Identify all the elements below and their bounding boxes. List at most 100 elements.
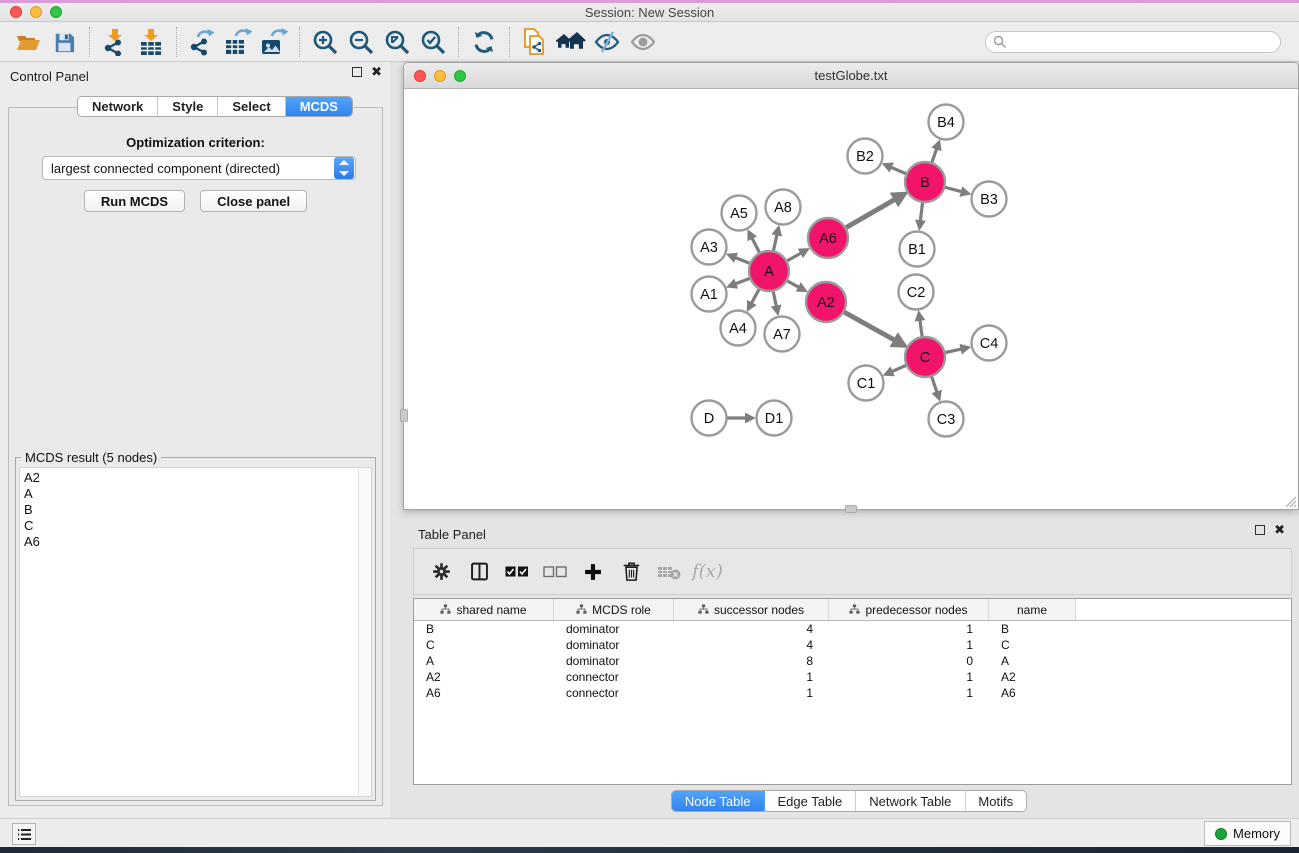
graph-node-A4[interactable]: A4 — [721, 311, 756, 346]
table-cell[interactable]: C — [414, 637, 554, 653]
import-table-button[interactable] — [133, 25, 169, 59]
float-panel-icon[interactable] — [352, 67, 362, 77]
table-settings-button[interactable] — [424, 555, 458, 589]
graph-node-C2[interactable]: C2 — [899, 275, 934, 310]
show-hide-button[interactable] — [625, 25, 661, 59]
tab-network[interactable]: Network — [78, 97, 158, 116]
table-cell[interactable]: connector — [554, 685, 674, 701]
table-cell[interactable]: A6 — [414, 685, 554, 701]
table-row[interactable]: Cdominator41C — [414, 637, 1291, 653]
graph-node-B1[interactable]: B1 — [900, 232, 935, 267]
graph-node-D[interactable]: D — [692, 401, 727, 436]
table-cell[interactable]: connector — [554, 669, 674, 685]
table-cell[interactable]: 0 — [829, 653, 989, 669]
table-cell[interactable]: 4 — [674, 621, 829, 637]
resize-grip[interactable] — [1284, 495, 1297, 508]
table-row[interactable]: A2connector11A2 — [414, 669, 1291, 685]
tab-network-table[interactable]: Network Table — [856, 791, 965, 811]
network-window-titlebar[interactable]: testGlobe.txt — [404, 63, 1298, 89]
mcds-result-item[interactable]: B — [20, 502, 371, 518]
close-panel-button[interactable]: Close panel — [200, 190, 307, 212]
table-cell[interactable]: 1 — [674, 685, 829, 701]
deselect-all-button[interactable] — [538, 555, 572, 589]
graph-node-A3[interactable]: A3 — [692, 230, 727, 265]
show-columns-button[interactable] — [462, 555, 496, 589]
copy-network-file-button[interactable] — [517, 25, 553, 59]
vertical-scrollbar-thumb[interactable] — [400, 409, 408, 422]
import-network-button[interactable] — [97, 25, 133, 59]
tab-motifs[interactable]: Motifs — [965, 791, 1026, 811]
table-cell[interactable]: 1 — [829, 685, 989, 701]
graph-node-D1[interactable]: D1 — [757, 401, 792, 436]
tab-node-table[interactable]: Node Table — [672, 791, 765, 811]
graph-node-B4[interactable]: B4 — [929, 105, 964, 140]
network-canvas[interactable]: B4B2BB3A5A8A6B1A3AA1C2A2A4A7C4CC1C3DD1 — [404, 89, 1298, 509]
graph-node-A1[interactable]: A1 — [692, 277, 727, 312]
table-cell[interactable]: A2 — [989, 669, 1076, 685]
export-network-button[interactable] — [184, 25, 220, 59]
zoom-fit-button[interactable] — [379, 25, 415, 59]
show-log-button[interactable] — [12, 823, 36, 845]
mcds-result-item[interactable]: A2 — [20, 470, 371, 486]
graph-node-C3[interactable]: C3 — [929, 402, 964, 437]
memory-button[interactable]: Memory — [1204, 821, 1291, 846]
table-cell[interactable]: C — [989, 637, 1076, 653]
float-panel-icon[interactable] — [1255, 525, 1265, 535]
table-cell[interactable]: dominator — [554, 621, 674, 637]
table-cell[interactable]: B — [989, 621, 1076, 637]
zoom-out-button[interactable] — [343, 25, 379, 59]
table-cell[interactable]: A — [414, 653, 554, 669]
search-input[interactable] — [985, 31, 1281, 53]
graph-node-B[interactable]: B — [905, 162, 945, 202]
table-cell[interactable]: 1 — [829, 669, 989, 685]
column-header-predecessor-nodes[interactable]: predecessor nodes — [829, 599, 989, 620]
table-row[interactable]: Adominator80A — [414, 653, 1291, 669]
mcds-result-item[interactable]: A — [20, 486, 371, 502]
table-cell[interactable]: 1 — [674, 669, 829, 685]
graph-node-A8[interactable]: A8 — [766, 190, 801, 225]
table-cell[interactable]: 1 — [829, 621, 989, 637]
criterion-dropdown[interactable]: largest connected component (directed) — [42, 156, 356, 180]
home-button[interactable] — [553, 25, 589, 59]
graph-node-A6[interactable]: A6 — [808, 218, 848, 258]
graph-node-A[interactable]: A — [749, 251, 789, 291]
create-column-button[interactable] — [576, 555, 610, 589]
zoom-selected-button[interactable] — [415, 25, 451, 59]
mcds-result-list[interactable]: A2ABCA6 — [19, 467, 372, 797]
delete-column-button[interactable] — [614, 555, 648, 589]
select-all-button[interactable] — [500, 555, 534, 589]
table-cell[interactable]: dominator — [554, 637, 674, 653]
table-cell[interactable]: B — [414, 621, 554, 637]
graph-node-C[interactable]: C — [905, 337, 945, 377]
table-row[interactable]: A6connector11A6 — [414, 685, 1291, 701]
graph-node-A7[interactable]: A7 — [765, 317, 800, 352]
export-image-button[interactable] — [256, 25, 292, 59]
refresh-button[interactable] — [466, 25, 502, 59]
table-cell[interactable]: 4 — [674, 637, 829, 653]
table-cell[interactable]: 8 — [674, 653, 829, 669]
network-graph[interactable]: B4B2BB3A5A8A6B1A3AA1C2A2A4A7C4CC1C3DD1 — [404, 89, 1298, 509]
table-cell[interactable]: A — [989, 653, 1076, 669]
column-header-name[interactable]: name — [989, 599, 1076, 620]
graph-node-A2[interactable]: A2 — [806, 282, 846, 322]
horizontal-scrollbar-thumb[interactable] — [845, 505, 857, 513]
graph-node-C1[interactable]: C1 — [849, 366, 884, 401]
mcds-result-item[interactable]: C — [20, 518, 371, 534]
mcds-result-item[interactable]: A6 — [20, 534, 371, 550]
zoom-in-button[interactable] — [307, 25, 343, 59]
tab-select[interactable]: Select — [218, 97, 285, 116]
run-mcds-button[interactable]: Run MCDS — [84, 190, 185, 212]
tab-edge-table[interactable]: Edge Table — [764, 791, 856, 811]
export-table-button[interactable] — [220, 25, 256, 59]
save-session-button[interactable] — [46, 25, 82, 59]
graph-node-C4[interactable]: C4 — [972, 326, 1007, 361]
table-row[interactable]: Bdominator41B — [414, 621, 1291, 637]
column-header-mcds-role[interactable]: MCDS role — [554, 599, 674, 620]
close-panel-icon[interactable]: ✖ — [371, 67, 382, 77]
table-cell[interactable]: A2 — [414, 669, 554, 685]
close-panel-icon[interactable]: ✖ — [1274, 525, 1285, 535]
column-header-shared-name[interactable]: shared name — [414, 599, 554, 620]
open-file-button[interactable] — [10, 25, 46, 59]
table-cell[interactable]: A6 — [989, 685, 1076, 701]
result-scrollbar[interactable] — [358, 468, 371, 796]
